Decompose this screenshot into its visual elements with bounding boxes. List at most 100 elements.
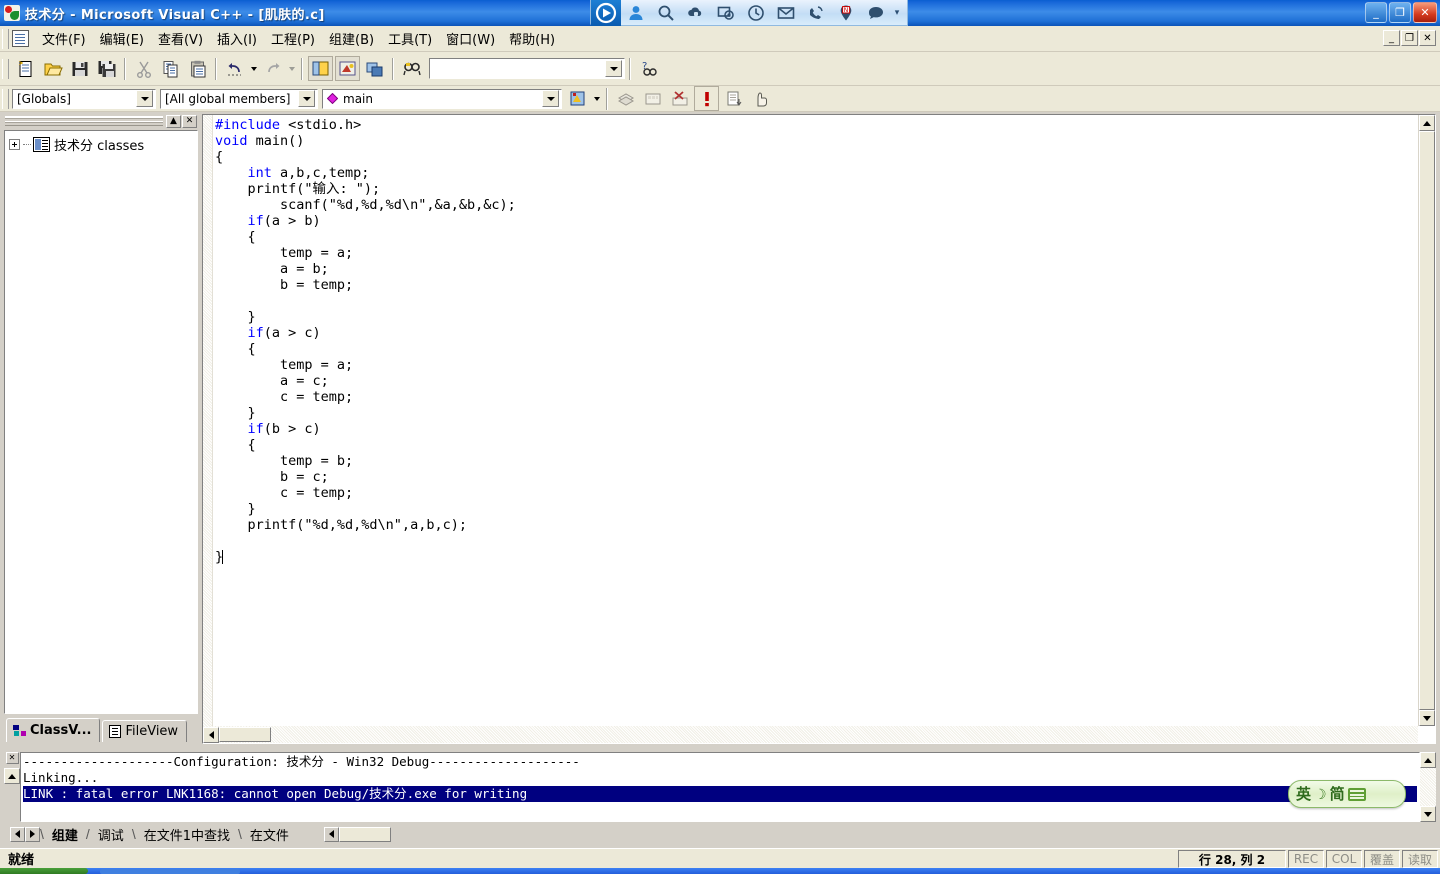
output-tab-find-in-files-2[interactable]: 在文件	[242, 825, 297, 844]
screenshot-icon[interactable]	[711, 0, 741, 26]
output-tabs-scroll-right-button[interactable]	[25, 826, 40, 842]
execute-program-button[interactable]	[694, 86, 719, 111]
output-toggle-button[interactable]	[335, 56, 360, 81]
mail-icon[interactable]	[771, 0, 801, 26]
start-button[interactable]	[0, 868, 88, 874]
horizontal-scroll-thumb[interactable]	[219, 727, 271, 742]
menu-tools[interactable]: 工具(T)	[381, 26, 439, 51]
menu-insert[interactable]: 插入(I)	[210, 26, 264, 51]
news-icon[interactable]: N	[831, 0, 861, 26]
vertical-scroll-thumb[interactable]	[1419, 131, 1435, 710]
scroll-up-button[interactable]	[1419, 115, 1435, 131]
wizardbar-class-combo[interactable]: [Globals]	[12, 88, 156, 109]
find-combo[interactable]	[429, 58, 625, 79]
wizardbar-members-combo[interactable]: [All global members]	[160, 88, 318, 109]
menu-help[interactable]: 帮助(H)	[502, 26, 562, 51]
help-search-button[interactable]: ?	[636, 56, 661, 81]
editor-vertical-scrollbar[interactable]	[1418, 115, 1435, 726]
wizardbar-function-combo[interactable]: main	[322, 88, 562, 109]
undo-dropdown-caret[interactable]	[248, 58, 259, 80]
build-button[interactable]	[640, 86, 665, 111]
output-tabs-scroll-left-button[interactable]	[10, 826, 25, 842]
cloud-lock-icon[interactable]	[681, 0, 711, 26]
keyboard-icon[interactable]	[1347, 787, 1366, 801]
paste-button[interactable]	[185, 56, 210, 81]
minimize-button[interactable]: _	[1365, 2, 1387, 23]
workspace-close-button[interactable]: ✕	[182, 114, 197, 128]
workspace-tree[interactable]: 技术分 classes	[4, 130, 198, 714]
find-in-files-button[interactable]	[399, 56, 424, 81]
output-text-area[interactable]: --------------------Configuration: 技术分 -…	[20, 752, 1420, 822]
go-button[interactable]	[721, 86, 746, 111]
standard-toolbar-grip[interactable]	[2, 58, 9, 79]
qq-floating-toolbar[interactable]: N ▾	[590, 0, 908, 26]
output-tab-build[interactable]: 组建	[44, 825, 86, 844]
output-tabs-horizontal-scrollbar[interactable]	[324, 826, 398, 842]
output-scroll-up-button[interactable]	[4, 768, 20, 784]
find-combo-arrow-icon[interactable]	[605, 60, 622, 77]
output-tab-find-in-files-1[interactable]: 在文件1中查找	[136, 825, 238, 844]
output-close-button[interactable]: ✕	[5, 752, 19, 764]
members-combo-arrow-icon[interactable]	[298, 90, 315, 107]
taskbar-item[interactable]	[100, 869, 240, 874]
expand-plus-icon[interactable]	[9, 139, 20, 150]
output-scrollbar-up-button[interactable]	[1420, 752, 1436, 768]
save-all-button[interactable]	[94, 56, 119, 81]
code-editor-window[interactable]: #include <stdio.h> void main(){ int a,b,c…	[202, 114, 1436, 744]
editor-horizontal-scrollbar[interactable]	[203, 726, 1418, 743]
undo-button[interactable]	[222, 56, 247, 81]
ime-mode-label[interactable]: 英	[1296, 786, 1311, 802]
open-button[interactable]	[40, 56, 65, 81]
scroll-left-button[interactable]	[203, 726, 219, 743]
contact-icon[interactable]	[621, 0, 651, 26]
qq-overflow-caret[interactable]: ▾	[891, 0, 903, 26]
compile-button[interactable]	[613, 86, 638, 111]
output-tab-debug[interactable]: 调试	[90, 825, 132, 844]
workspace-minimize-button[interactable]: ▲	[166, 114, 181, 128]
wizardbar-action-button[interactable]	[565, 86, 590, 111]
clock-icon[interactable]	[741, 0, 771, 26]
tab-classview[interactable]: ClassV...	[6, 718, 101, 742]
function-combo-arrow-icon[interactable]	[542, 90, 559, 107]
redo-button[interactable]	[260, 56, 285, 81]
menu-window[interactable]: 窗口(W)	[439, 26, 502, 51]
cut-button[interactable]	[131, 56, 156, 81]
ime-language-bar[interactable]: 英 ☽ 简	[1288, 780, 1406, 808]
tree-item-classes[interactable]: 技术分 classes	[5, 131, 197, 154]
menu-file[interactable]: 文件(F)	[35, 26, 93, 51]
redo-dropdown-caret[interactable]	[286, 58, 297, 80]
search-icon[interactable]	[651, 0, 681, 26]
output-scrollbar-down-button[interactable]	[1420, 806, 1436, 822]
mdi-minimize-button[interactable]: _	[1383, 30, 1400, 46]
chat-icon[interactable]	[861, 0, 891, 26]
editor-code-text[interactable]: #include <stdio.h> void main(){ int a,b,c…	[215, 117, 1417, 725]
output-hscroll-left-button[interactable]	[324, 826, 339, 842]
tab-fileview[interactable]: FileView	[102, 720, 188, 742]
insert-breakpoint-button[interactable]	[748, 86, 773, 111]
save-button[interactable]	[67, 56, 92, 81]
menu-edit[interactable]: 编辑(E)	[93, 26, 151, 51]
copy-button[interactable]	[158, 56, 183, 81]
output-hscroll-track[interactable]	[339, 826, 391, 842]
class-combo-arrow-icon[interactable]	[136, 90, 153, 107]
menu-build[interactable]: 组建(B)	[322, 26, 381, 51]
mdi-restore-button[interactable]: ❐	[1401, 30, 1418, 46]
menubar-grip[interactable]	[2, 28, 9, 49]
output-vertical-scrollbar[interactable]	[1420, 752, 1436, 822]
workspace-drag-grip[interactable]	[5, 116, 163, 126]
close-button[interactable]: ✕	[1413, 2, 1437, 23]
workspace-toggle-button[interactable]	[308, 56, 333, 81]
maximize-restore-button[interactable]: ❐	[1389, 2, 1411, 23]
scroll-down-button[interactable]	[1419, 710, 1435, 726]
window-list-button[interactable]	[362, 56, 387, 81]
moon-icon[interactable]: ☽	[1314, 786, 1327, 803]
menu-view[interactable]: 查看(V)	[151, 26, 210, 51]
wizardbar-dropdown-caret[interactable]	[591, 88, 602, 110]
editor-gutter[interactable]	[203, 115, 213, 743]
stop-build-button[interactable]	[667, 86, 692, 111]
new-text-file-button[interactable]	[13, 56, 38, 81]
menu-project[interactable]: 工程(P)	[264, 26, 322, 51]
ime-script-label[interactable]: 简	[1330, 786, 1345, 802]
wizardbar-grip[interactable]	[2, 88, 9, 109]
phone-icon[interactable]	[801, 0, 831, 26]
